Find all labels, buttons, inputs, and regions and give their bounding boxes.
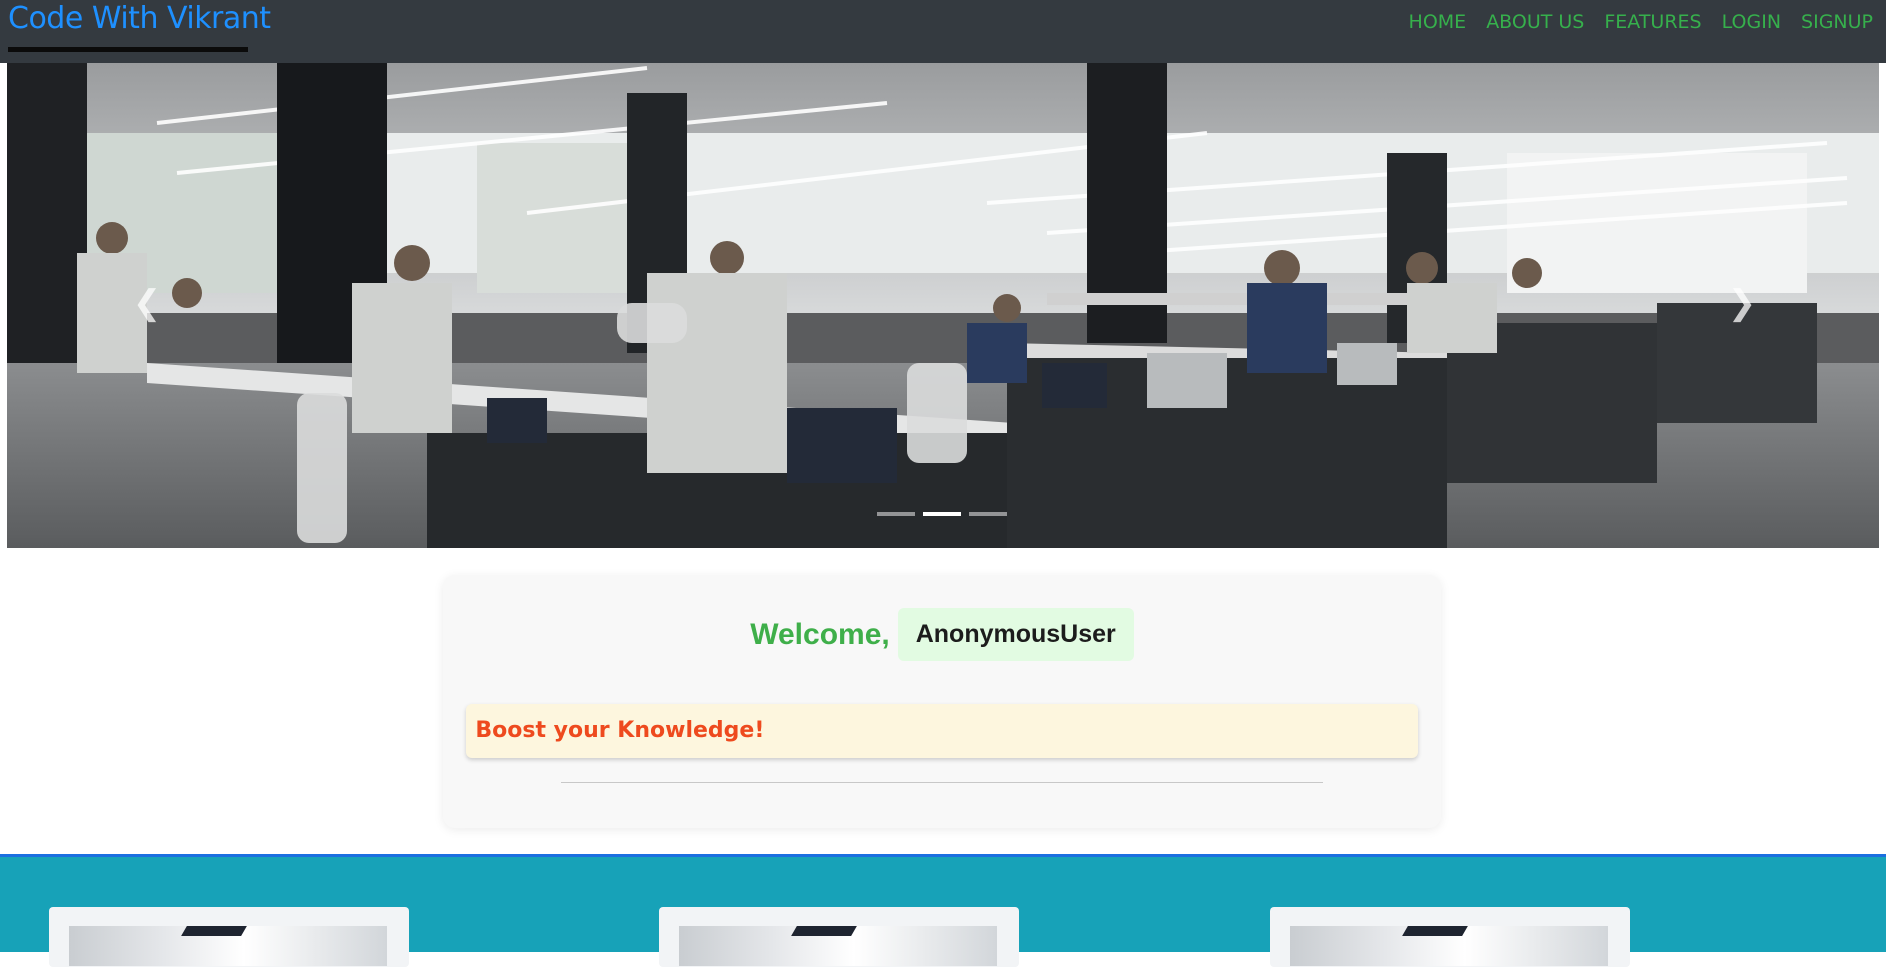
carousel-indicators (877, 512, 1007, 516)
hero-carousel: ❮ ❯ (7, 63, 1879, 548)
nav-link-login[interactable]: LOGIN (1712, 9, 1791, 35)
nav-links: HOME ABOUT US FEATURES LOGIN SIGNUP (1399, 9, 1883, 35)
nav-link-features[interactable]: FEATURES (1594, 9, 1711, 35)
chevron-right-icon: ❯ (1727, 284, 1757, 322)
welcome-greeting: Welcome, (750, 617, 890, 651)
carousel-indicator-1[interactable] (877, 512, 915, 516)
brand-underline (8, 47, 248, 52)
card-divider (561, 782, 1323, 783)
feature-card[interactable] (659, 907, 1019, 967)
chevron-left-icon: ❮ (132, 284, 162, 322)
username-badge: AnonymousUser (897, 608, 1134, 661)
feature-card[interactable] (1270, 907, 1630, 967)
carousel-slide-image (7, 63, 1879, 548)
welcome-card: Welcome, AnonymousUser d Boost your Know… (443, 575, 1441, 828)
nav-link-home[interactable]: HOME (1399, 9, 1477, 35)
marquee-text: d Boost your Knowledge! (466, 718, 765, 743)
feature-card[interactable] (49, 907, 409, 967)
nav-link-about-us[interactable]: ABOUT US (1476, 9, 1594, 35)
feature-card-image-detail (791, 926, 857, 936)
feature-card-image-detail (1402, 926, 1468, 936)
features-section (0, 854, 1886, 967)
feature-card-image-detail (181, 926, 247, 936)
marquee-banner: d Boost your Knowledge! (466, 704, 1418, 758)
brand-logo[interactable]: Code With Vikrant (8, 0, 271, 38)
welcome-line: Welcome, AnonymousUser (443, 608, 1441, 661)
navbar: Code With Vikrant HOME ABOUT US FEATURES… (0, 0, 1886, 63)
carousel-next-button[interactable]: ❯ (1712, 273, 1772, 333)
carousel-prev-button[interactable]: ❮ (117, 273, 177, 333)
carousel-indicator-3[interactable] (969, 512, 1007, 516)
carousel-indicator-2[interactable] (923, 512, 961, 516)
nav-link-signup[interactable]: SIGNUP (1791, 9, 1883, 35)
